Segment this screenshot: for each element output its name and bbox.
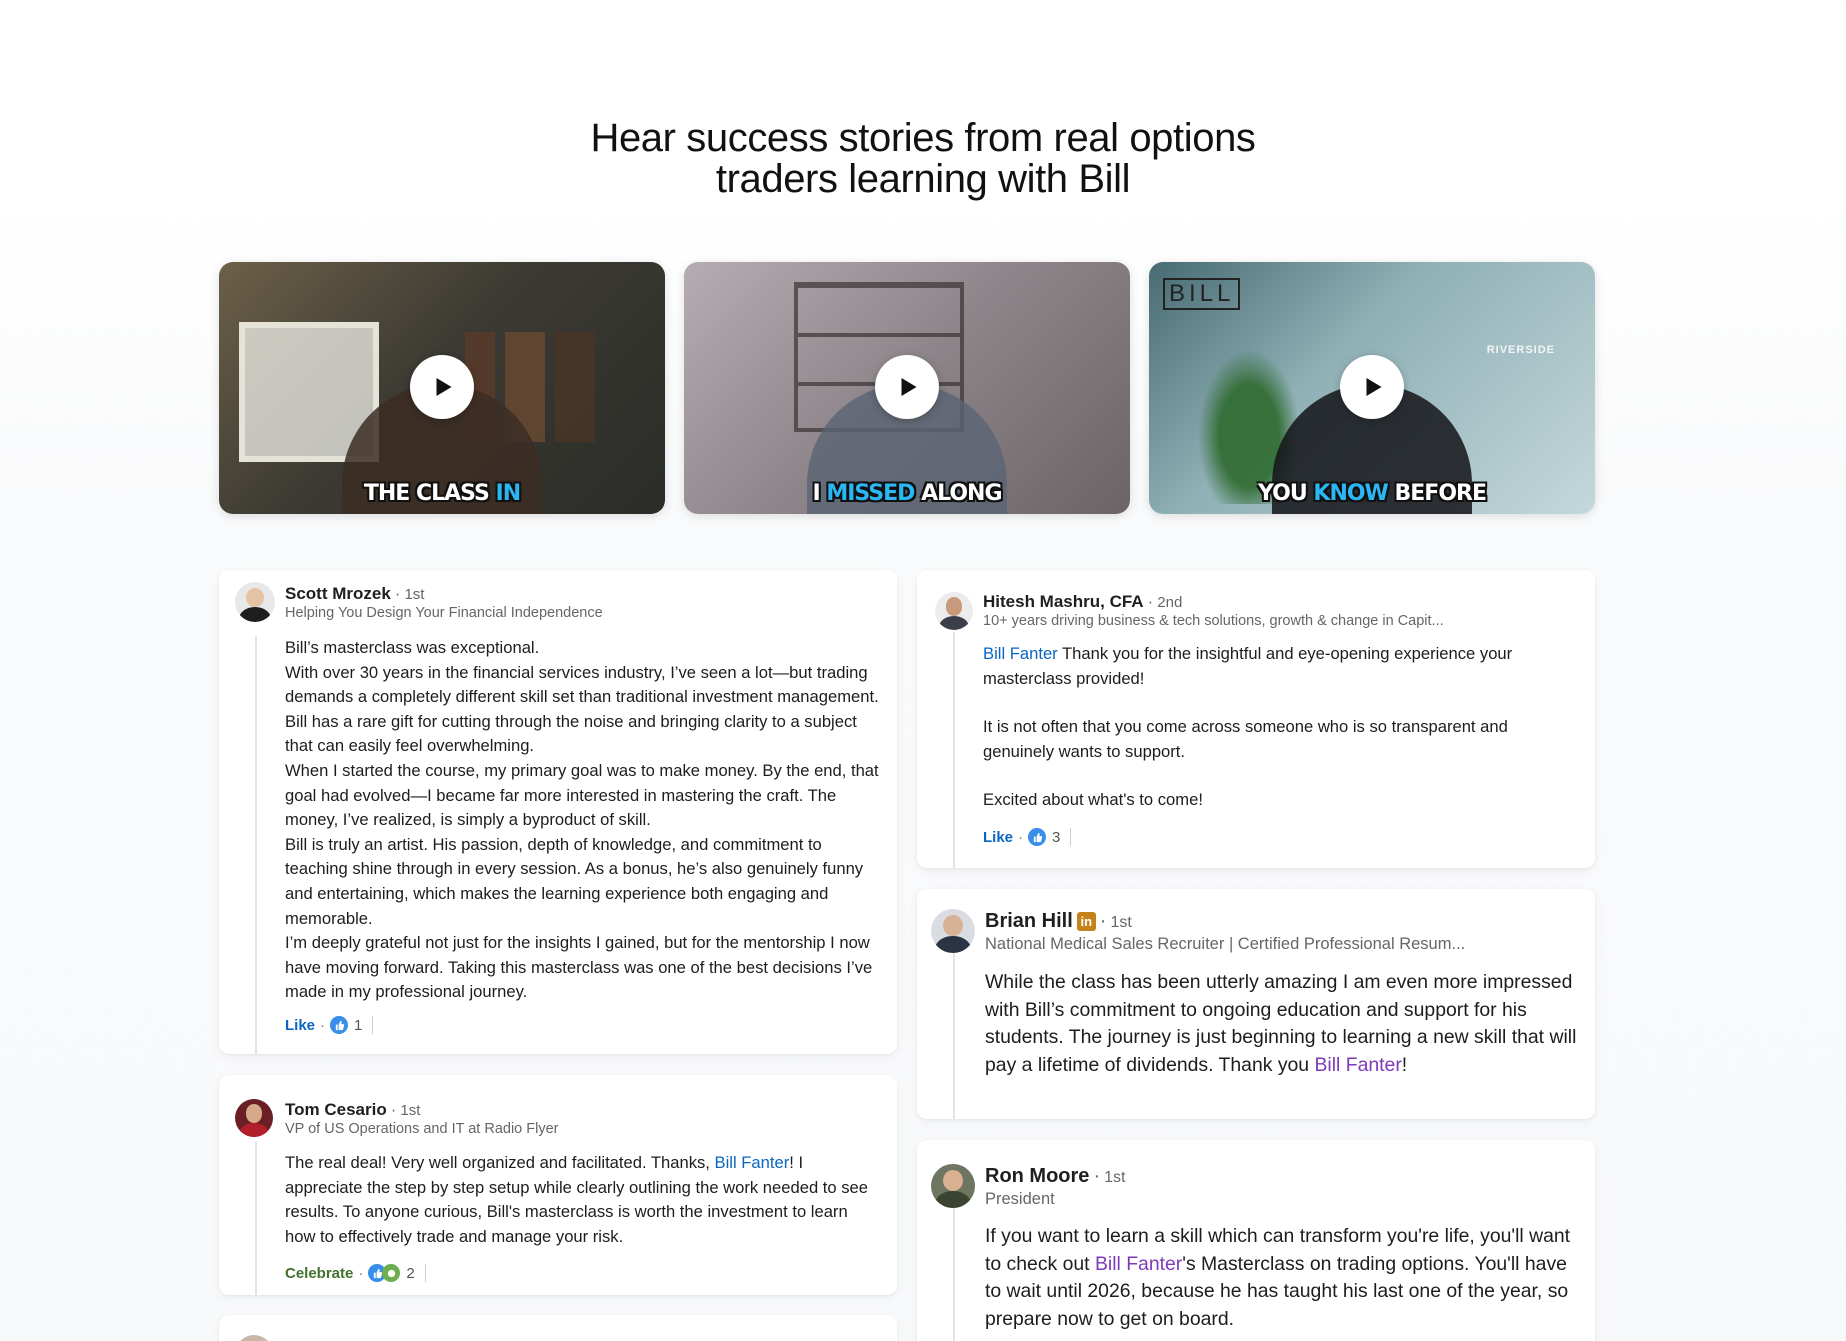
like-button[interactable]: Like bbox=[983, 829, 1013, 846]
author-name[interactable]: Hitesh Mashru, CFA bbox=[983, 592, 1144, 611]
thread-rail bbox=[255, 1141, 257, 1295]
reaction-bar: Celebrate · 2 bbox=[285, 1264, 426, 1282]
mention-link[interactable]: Bill Fanter bbox=[983, 644, 1058, 663]
mention-link[interactable]: Bill Fanter bbox=[715, 1153, 790, 1172]
heading-line-2: traders learning with Bill bbox=[715, 157, 1131, 201]
testimonial-card-scott: Scott Mrozek · 1st Helping You Design Your… bbox=[219, 570, 897, 1054]
author-name[interactable]: Brian Hill bbox=[985, 910, 1073, 932]
like-button[interactable]: Like bbox=[285, 1017, 315, 1034]
thread-rail bbox=[953, 1206, 955, 1341]
video-caption: YOU KNOW BEFORE bbox=[1258, 481, 1487, 506]
author-name[interactable]: Tom Cesario bbox=[285, 1100, 387, 1119]
riverside-watermark: RIVERSIDE bbox=[1486, 344, 1555, 356]
play-button[interactable] bbox=[410, 355, 474, 419]
author-name[interactable]: Ron Moore bbox=[985, 1165, 1089, 1187]
section-heading: Hear success stories from real options t… bbox=[0, 118, 1846, 200]
mention-link[interactable]: Bill Fanter bbox=[1095, 1253, 1182, 1275]
avatar[interactable] bbox=[931, 909, 975, 953]
video-card-1[interactable]: THE CLASS IN bbox=[219, 262, 665, 514]
avatar[interactable] bbox=[931, 1164, 975, 1208]
author-headline: 10+ years driving business & tech soluti… bbox=[983, 613, 1444, 629]
testimonial-body: Bill Fanter Thank you for the insightful… bbox=[983, 644, 1513, 810]
connection-degree: 1st bbox=[1110, 914, 1132, 931]
like-reaction-icon bbox=[330, 1016, 349, 1034]
heading-line-1: Hear success stories from real options bbox=[590, 116, 1256, 160]
reaction-count[interactable]: 1 bbox=[354, 1017, 362, 1034]
testimonial-body: If you want to learn a skill which can t… bbox=[985, 1225, 1571, 1330]
thread-rail bbox=[255, 636, 257, 1054]
video-caption: I MISSED ALONG bbox=[812, 481, 1002, 506]
play-icon bbox=[436, 378, 451, 396]
video-card-2[interactable]: I MISSED ALONG bbox=[684, 262, 1130, 514]
author-headline: President bbox=[985, 1190, 1055, 1208]
connection-degree: 2nd bbox=[1157, 594, 1183, 611]
celebrate-reaction-icon bbox=[382, 1264, 401, 1282]
author-headline: VP of US Operations and IT at Radio Flye… bbox=[285, 1121, 559, 1137]
avatar[interactable] bbox=[235, 582, 275, 622]
avatar[interactable] bbox=[235, 1099, 273, 1137]
testimonial-card-tom: Tom Cesario · 1st VP of US Operations and … bbox=[219, 1075, 897, 1295]
mention-link[interactable]: Bill Fanter bbox=[1314, 1054, 1401, 1076]
connection-degree: 1st bbox=[404, 586, 425, 603]
linkedin-badge-icon: in bbox=[1076, 912, 1096, 931]
play-button[interactable] bbox=[875, 355, 939, 419]
avatar[interactable] bbox=[235, 1335, 273, 1341]
testimonial-body: Bill’s masterclass was exceptional. With… bbox=[285, 638, 879, 1002]
connection-degree: 1st bbox=[400, 1102, 421, 1119]
play-icon bbox=[901, 378, 916, 396]
author-headline: Helping You Design Your Financial Indepe… bbox=[285, 605, 603, 621]
bill-logo: BILL bbox=[1163, 278, 1241, 310]
video-row: THE CLASS IN I MISSED ALONG BILL RIVERSI… bbox=[219, 262, 1595, 514]
play-button[interactable] bbox=[1340, 355, 1404, 419]
connection-degree: 1st bbox=[1104, 1169, 1126, 1186]
testimonial-body: While the class has been utterly amazing… bbox=[985, 971, 1577, 1076]
testimonial-card-brian: Brian Hill in · 1st National Medical Sales … bbox=[917, 889, 1595, 1119]
testimonial-card-ron: Ron Moore · 1st President If you want to l… bbox=[917, 1140, 1595, 1341]
reaction-bar: Like · 1 bbox=[285, 1016, 374, 1034]
thread-rail bbox=[953, 632, 955, 868]
author-headline: National Medical Sales Recruiter | Certi… bbox=[985, 935, 1466, 953]
testimonial-card-partial bbox=[219, 1315, 897, 1341]
testimonial-body: The real deal! Very well organized and f… bbox=[285, 1153, 868, 1246]
reaction-count[interactable]: 2 bbox=[406, 1265, 414, 1282]
author-name[interactable]: Scott Mrozek bbox=[285, 584, 391, 603]
like-reaction-icon bbox=[1028, 828, 1047, 846]
video-caption: THE CLASS IN bbox=[363, 481, 521, 506]
reaction-bar: Like · 3 bbox=[983, 828, 1072, 846]
thread-rail bbox=[953, 953, 955, 1119]
play-icon bbox=[1366, 378, 1381, 396]
celebrate-button[interactable]: Celebrate bbox=[285, 1265, 353, 1282]
reaction-count[interactable]: 3 bbox=[1052, 829, 1060, 846]
testimonial-card-hitesh: Hitesh Mashru, CFA · 2nd 10+ years driving… bbox=[917, 570, 1595, 868]
avatar[interactable] bbox=[935, 592, 973, 630]
video-card-3[interactable]: BILL RIVERSIDE YOU KNOW BEFORE bbox=[1149, 262, 1595, 514]
